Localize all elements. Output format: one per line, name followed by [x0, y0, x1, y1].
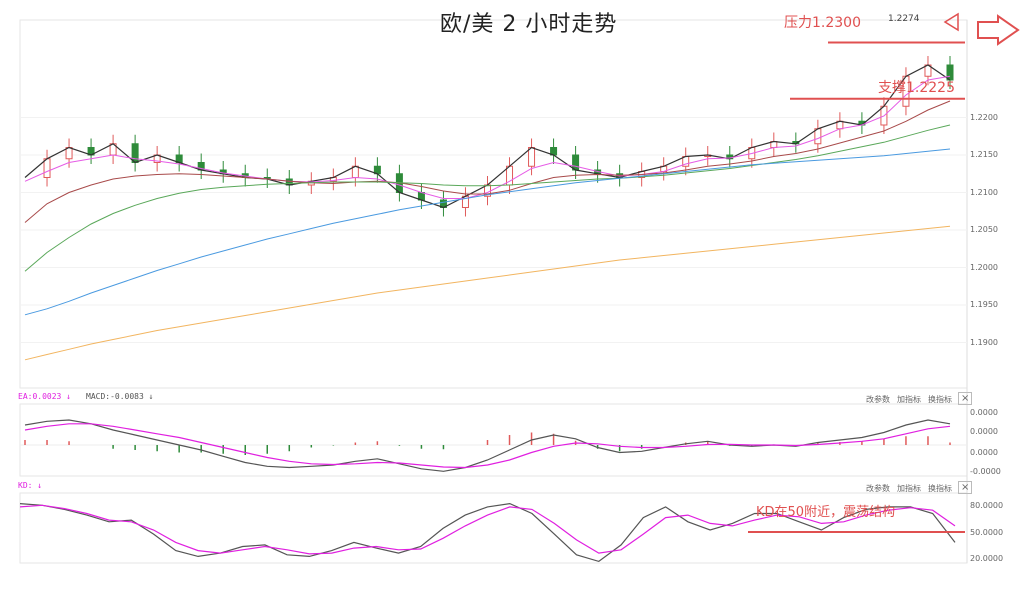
- price-y-tick: 1.2050: [970, 225, 998, 234]
- macd-y-tick: -0.0000: [970, 467, 1001, 476]
- macd-btn-params[interactable]: 改参数: [866, 394, 890, 405]
- peak-price-label: 1.2274: [888, 14, 920, 24]
- candle-body: [131, 143, 139, 163]
- kd-close-icon[interactable]: ×: [958, 481, 973, 494]
- price-y-tick: 1.2150: [970, 150, 998, 159]
- macd-btn-add[interactable]: 加指标: [897, 394, 921, 405]
- macd-legend-dea: EA:0.0023 ↓: [18, 392, 71, 401]
- candle-body: [43, 158, 51, 178]
- chart-title: 欧/美 2 小时走势: [440, 12, 618, 37]
- support-label: 支撑1.2225: [878, 80, 955, 96]
- kd-note: KD在50附近，震荡结构: [756, 505, 896, 520]
- price-y-tick: 1.2200: [970, 112, 998, 122]
- kd-legend: KD: ↓: [18, 481, 43, 490]
- price-y-tick: 1.2100: [970, 187, 998, 197]
- candle-body: [572, 154, 580, 171]
- kd-btn-params[interactable]: 改参数: [866, 483, 890, 494]
- macd-panel-frame: [19, 403, 968, 477]
- resistance-label: 压力1.2300: [784, 15, 861, 31]
- kd-y-tick: 80.0000: [970, 501, 1004, 510]
- kd-y-tick: 20.0000: [970, 554, 1004, 563]
- macd-dea-line: [24, 423, 951, 469]
- price-y-tick: 1.1900: [970, 337, 998, 347]
- macd-close-icon[interactable]: ×: [958, 392, 973, 405]
- small-arrow-icon: [943, 12, 959, 32]
- macd-btn-switch[interactable]: 换指标: [928, 394, 952, 405]
- macd-dif-line: [24, 419, 951, 472]
- macd-y-tick: 0.0000: [970, 408, 998, 417]
- macd-legend-macd: MACD:-0.0083 ↓: [86, 392, 154, 401]
- macd-y-tick: 0.0000: [970, 448, 998, 457]
- candle-body: [528, 147, 536, 167]
- direction-arrow-icon: [977, 14, 1020, 46]
- macd-y-tick: 0.0000: [970, 427, 998, 436]
- ma-250-line: [24, 225, 951, 361]
- candle-body: [814, 128, 822, 145]
- price-y-tick: 1.1950: [970, 300, 998, 309]
- price-panel-frame: [19, 19, 968, 389]
- kd-btn-switch[interactable]: 换指标: [928, 483, 952, 494]
- kd-y-tick: 50.0000: [970, 528, 1004, 537]
- kd-btn-add[interactable]: 加指标: [897, 483, 921, 494]
- price-y-tick: 1.2000: [970, 262, 998, 272]
